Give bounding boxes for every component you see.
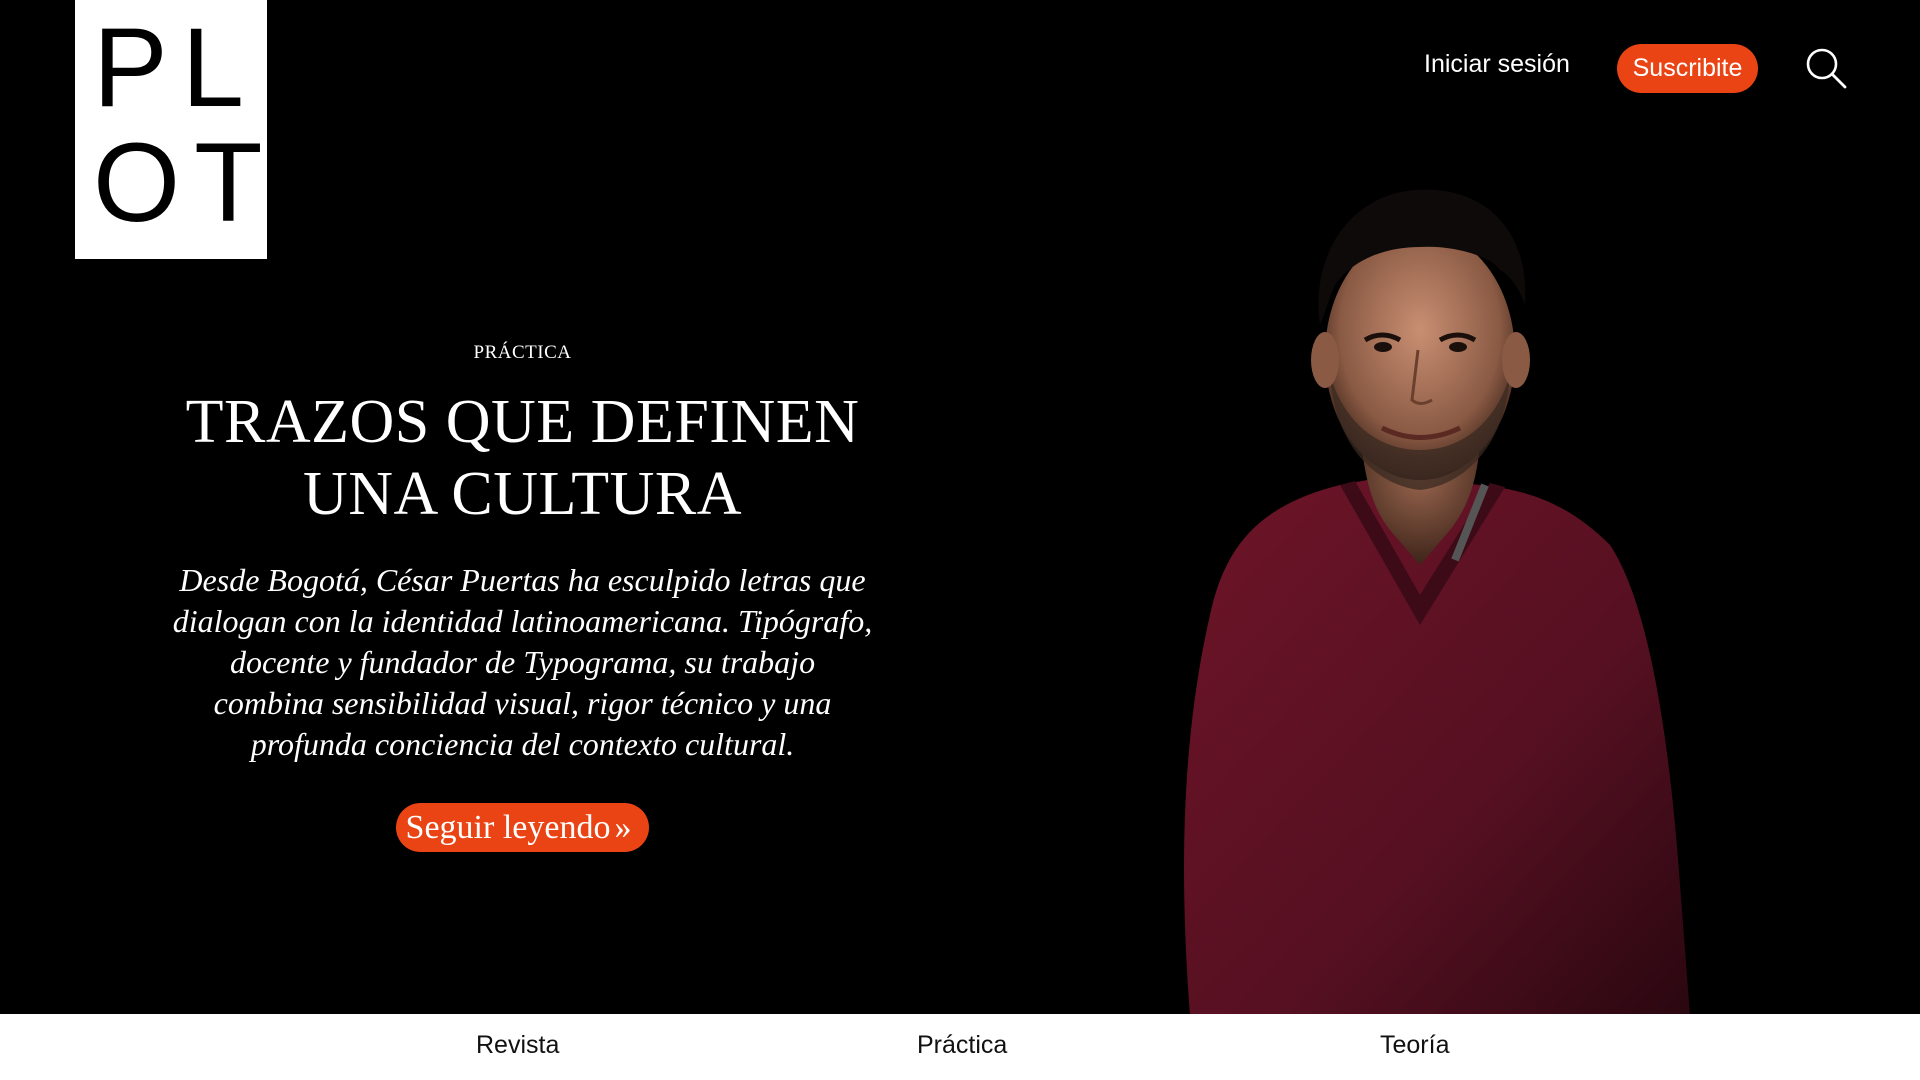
header-nav: Iniciar sesión Suscribite [0,0,1920,135]
double-chevron-right-icon: » [614,808,632,846]
login-link[interactable]: Iniciar sesión [1424,50,1570,79]
read-more-button[interactable]: Seguir leyendo » [395,803,650,852]
logo-line-2: OT [93,120,277,245]
nav-item-revista[interactable]: Revista [476,1031,559,1060]
article-category[interactable]: PRÁCTICA [155,342,890,372]
subscribe-button[interactable]: Suscribite [1617,44,1758,93]
hero-article: PRÁCTICA TRAZOS QUE DEFINEN UNA CULTURA … [155,330,890,852]
headline-line-2: UNA CULTURA [303,460,742,528]
search-icon [1806,48,1847,89]
portrait-photo [1184,189,1690,1015]
search-button[interactable] [1804,46,1848,90]
article-summary: Desde Bogotá, César Puertas ha esculpido… [172,562,873,762]
read-more-label: Seguir leyendo [405,808,611,846]
nav-item-practica[interactable]: Práctica [917,1031,1007,1060]
nav-item-teoria[interactable]: Teoría [1380,1031,1449,1060]
page: PL OT Iniciar sesión Suscribite PRÁCTICA… [0,0,1920,1080]
bottom-nav: Revista Práctica Teoría [0,1014,1920,1080]
headline-line-1: TRAZOS QUE DEFINEN [185,388,860,456]
article-headline[interactable]: TRAZOS QUE DEFINEN UNA CULTURA [155,386,890,530]
